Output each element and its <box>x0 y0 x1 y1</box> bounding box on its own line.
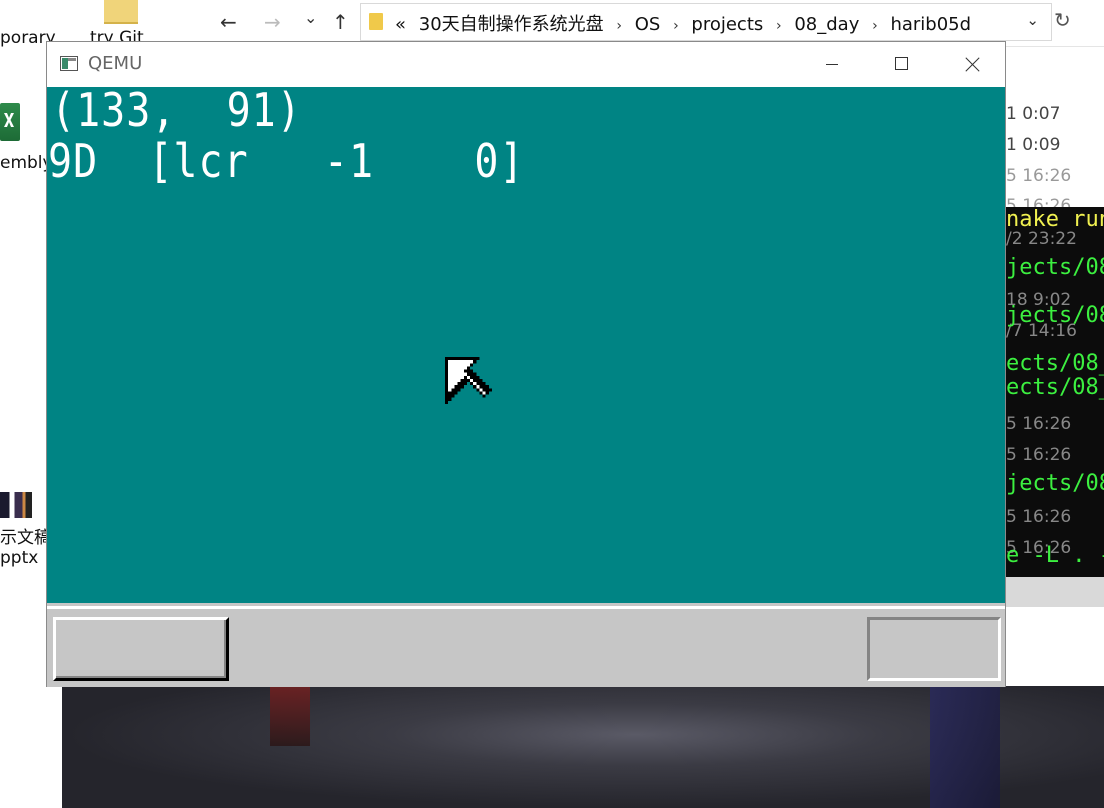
terminal-line: jects/08_ <box>1006 303 1104 328</box>
terminal-line: nake run <box>1006 207 1104 232</box>
wallpaper-detail <box>930 686 1000 808</box>
breadcrumb-separator-icon[interactable]: › <box>776 18 782 34</box>
breadcrumb: « 30天自制操作系统光盘 › OS › projects › 08_day ›… <box>395 10 978 36</box>
terminal-statusbar <box>1006 577 1104 607</box>
qemu-app-icon <box>60 56 78 71</box>
file-date: 1 0:09 <box>1006 135 1061 155</box>
breadcrumb-separator-icon[interactable]: › <box>872 18 878 34</box>
address-dropdown-icon[interactable]: ⌄ <box>1026 11 1039 29</box>
mouse-cursor-icon <box>445 357 492 404</box>
start-button[interactable] <box>53 617 229 681</box>
folder-icon <box>369 13 383 30</box>
close-button[interactable] <box>937 42 1007 87</box>
file-date: 5 16:26 <box>1006 507 1072 527</box>
back-arrow-icon[interactable]: ← <box>220 10 237 34</box>
os-desktop[interactable]: (133, 91) 9D [lcr -1 0] <box>47 87 1005 603</box>
desktop-label-assembly[interactable]: embly <box>0 153 53 173</box>
mouse-coordinates-text: (133, 91) <box>51 87 302 138</box>
desktop-label-presentation[interactable]: 示文稿 <box>0 523 51 548</box>
emulator-screen[interactable]: (133, 91) 9D [lcr -1 0] <box>47 87 1005 687</box>
folder-icon[interactable] <box>104 0 138 24</box>
terminal-window: /2 23:22 18 9:02 /7 14:16 5 16:26 5 16:2… <box>1006 207 1104 577</box>
refresh-icon[interactable]: ↻ <box>1054 8 1071 32</box>
breadcrumb-item[interactable]: OS <box>635 14 661 35</box>
up-arrow-icon[interactable]: ↑ <box>332 10 349 34</box>
breadcrumb-item[interactable]: 08_day <box>794 14 859 35</box>
minimize-button[interactable] <box>797 42 867 87</box>
window-title: QEMU <box>88 53 143 74</box>
desktop-label-pptx[interactable]: pptx <box>0 548 38 568</box>
file-date: 1 0:07 <box>1006 104 1061 124</box>
qemu-window[interactable]: QEMU (133, 91) 9D [lcr -1 0] <box>46 41 1006 687</box>
breadcrumb-overflow[interactable]: « <box>395 14 406 35</box>
file-date: 5 16:26 <box>1006 445 1072 465</box>
terminal-line: e -L . - <box>1006 543 1104 568</box>
breadcrumb-item[interactable]: 30天自制操作系统光盘 <box>419 14 604 35</box>
breadcrumb-separator-icon[interactable]: › <box>673 18 679 34</box>
file-date: /2 23:22 <box>1006 229 1077 249</box>
breadcrumb-item[interactable]: harib05d <box>890 14 971 35</box>
excel-file-icon[interactable] <box>0 103 20 141</box>
terminal-line: ects/08_ <box>1006 351 1104 376</box>
breadcrumb-item[interactable]: projects <box>691 14 763 35</box>
maximize-button[interactable] <box>867 42 937 87</box>
terminal-line: jects/08_ <box>1006 255 1104 280</box>
pptx-thumbnail-icon[interactable] <box>0 492 32 518</box>
file-date: 5 16:26 <box>1006 414 1072 434</box>
address-bar[interactable]: « 30天自制操作系统光盘 › OS › projects › 08_day ›… <box>360 3 1052 41</box>
terminal-line: ects/08_ <box>1006 375 1104 400</box>
terminal-line: jects/08_ <box>1006 471 1104 496</box>
breadcrumb-separator-icon[interactable]: › <box>616 18 622 34</box>
file-date: 5 16:26 <box>1006 166 1072 186</box>
forward-arrow-icon[interactable]: → <box>264 10 281 34</box>
system-tray <box>867 617 1001 681</box>
mouse-decode-text: 9D [lcr -1 0] <box>48 135 525 189</box>
title-bar[interactable]: QEMU <box>47 42 1005 87</box>
wallpaper-detail <box>270 686 310 746</box>
os-taskbar <box>47 609 1005 687</box>
recent-locations-chevron-icon[interactable]: ⌄ <box>304 8 317 27</box>
